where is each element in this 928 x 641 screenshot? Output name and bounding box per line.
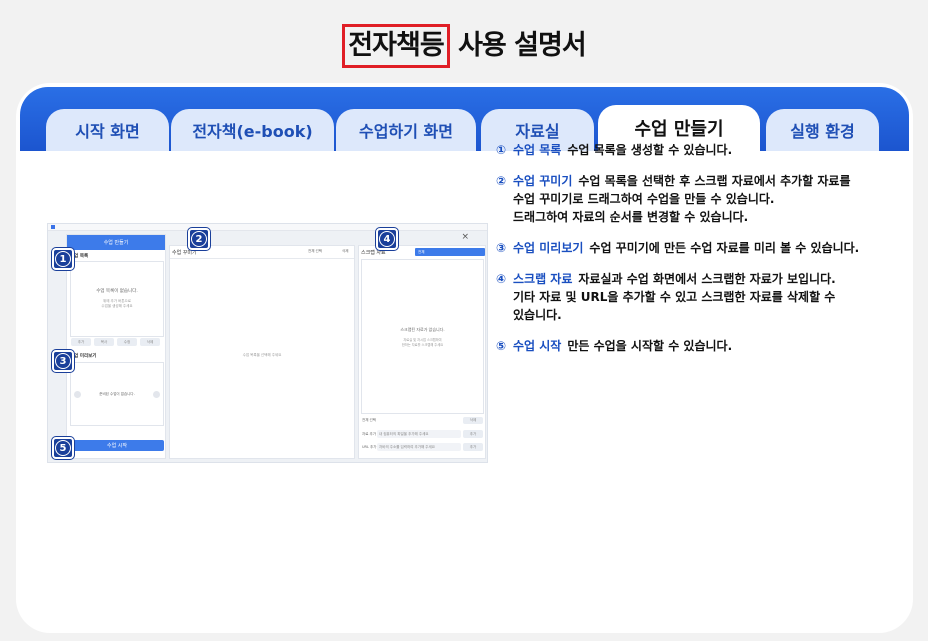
desc-lesson-start: ⑤ 수업 시작 만든 수업을 시작할 수 있습니다.: [496, 339, 733, 353]
left-column: 수업 만들기 수업 목록 수업 목록이 없습니다. 위에 추가 버튼으로 수업을…: [66, 234, 166, 459]
decorate-select-all[interactable]: 전체 선택: [308, 249, 322, 254]
desc-lesson-preview: ③ 수업 미리보기 수업 꾸미기에 만든 수업 자료를 미리 볼 수 있습니다.: [496, 241, 860, 255]
decorate-empty: 수업 목록을 선택해 주세요: [242, 353, 282, 357]
lesson-list: 수업 목록이 없습니다. 위에 추가 버튼으로 수업을 생성해 주세요: [70, 261, 164, 337]
app-screenshot: × 수업 만들기 수업 목록 수업 목록이 없습니다. 위에 추가 버튼으로 수…: [47, 223, 488, 463]
start-lesson-button[interactable]: 수업 시작: [70, 440, 164, 451]
scrap-filter-select[interactable]: 전체: [415, 248, 485, 256]
title-highlight: 전자책등: [342, 24, 450, 68]
badge-5: 5: [52, 437, 74, 459]
description-list: ① 수업 목록 수업 목록을 생성할 수 있습니다. ② 수업 꾸미기 수업 목록을 선…: [496, 141, 886, 368]
scrap-list: 스크랩된 자료가 없습니다. 자료실 및 자시업 스크랩하여 한하는 자료를 스…: [361, 259, 484, 414]
tab-ebook[interactable]: 전자책(e-book): [171, 109, 334, 151]
decorate-label: 수업 꾸미기: [172, 250, 197, 256]
copy-lesson-button[interactable]: 복사: [94, 338, 114, 346]
preview-box: 준비된 수업이 없습니다.: [70, 362, 164, 426]
add-file-input[interactable]: 내 컴퓨터의 파일을 추가해 주세요: [377, 430, 461, 438]
desc-scrap: ④ 스크랩 자료 자료실과 수업 화면에서 스크랩한 자료가 보입니다. 기타 자료…: [496, 272, 836, 322]
title-rest: 사용 설명서: [458, 30, 587, 61]
tab-start-screen[interactable]: 시작 화면: [46, 109, 169, 151]
scrap-panel: 스크랩 자료 전체 스크랩된 자료가 없습니다. 자료실 및 자시업 스크랩하여…: [358, 245, 486, 459]
scrap-label: 스크랩 자료: [361, 250, 386, 256]
scrap-select-all[interactable]: 전체 선택: [362, 418, 376, 423]
add-file-label: 자료 추가: [362, 432, 376, 436]
add-url-label: URL 추가: [362, 445, 377, 449]
tab-lesson-screen[interactable]: 수업하기 화면: [336, 109, 476, 151]
add-url-input[interactable]: 자바의 주소를 입력하여 추가해 주세요: [377, 443, 461, 451]
scrap-delete-button[interactable]: 삭제: [463, 417, 483, 424]
delete-lesson-button[interactable]: 삭제: [140, 338, 160, 346]
desc-lesson-decorate: ② 수업 꾸미기 수업 목록을 선택한 후 스크랩 자료에서 추가할 자료를 수업 …: [496, 174, 851, 224]
lesson-list-empty: 수업 목록이 없습니다.: [96, 289, 138, 294]
add-file-button[interactable]: 추가: [463, 430, 483, 438]
page-title: 전자책등 사용 설명서: [0, 24, 928, 68]
decorate-panel: 수업 꾸미기 전체 선택 삭제 수업 목록을 선택해 주세요: [169, 245, 355, 459]
badge-4: 4: [376, 228, 398, 250]
close-icon[interactable]: ×: [461, 232, 469, 242]
badge-2: 2: [188, 228, 210, 250]
desc-lesson-list: ① 수업 목록 수업 목록을 생성할 수 있습니다.: [496, 143, 733, 157]
add-url-button[interactable]: 추가: [463, 443, 483, 451]
edit-lesson-button[interactable]: 수정: [117, 338, 137, 346]
window-title: 수업 만들기: [67, 235, 165, 250]
scrap-empty: 스크랩된 자료가 없습니다.: [400, 327, 445, 332]
decorate-delete[interactable]: 삭제: [342, 249, 348, 254]
preview-empty: 준비된 수업이 없습니다.: [99, 392, 135, 396]
badge-3: 3: [52, 350, 74, 372]
app-icon: [51, 225, 55, 229]
add-lesson-button[interactable]: 추가: [71, 338, 91, 346]
badge-1: 1: [52, 248, 74, 270]
